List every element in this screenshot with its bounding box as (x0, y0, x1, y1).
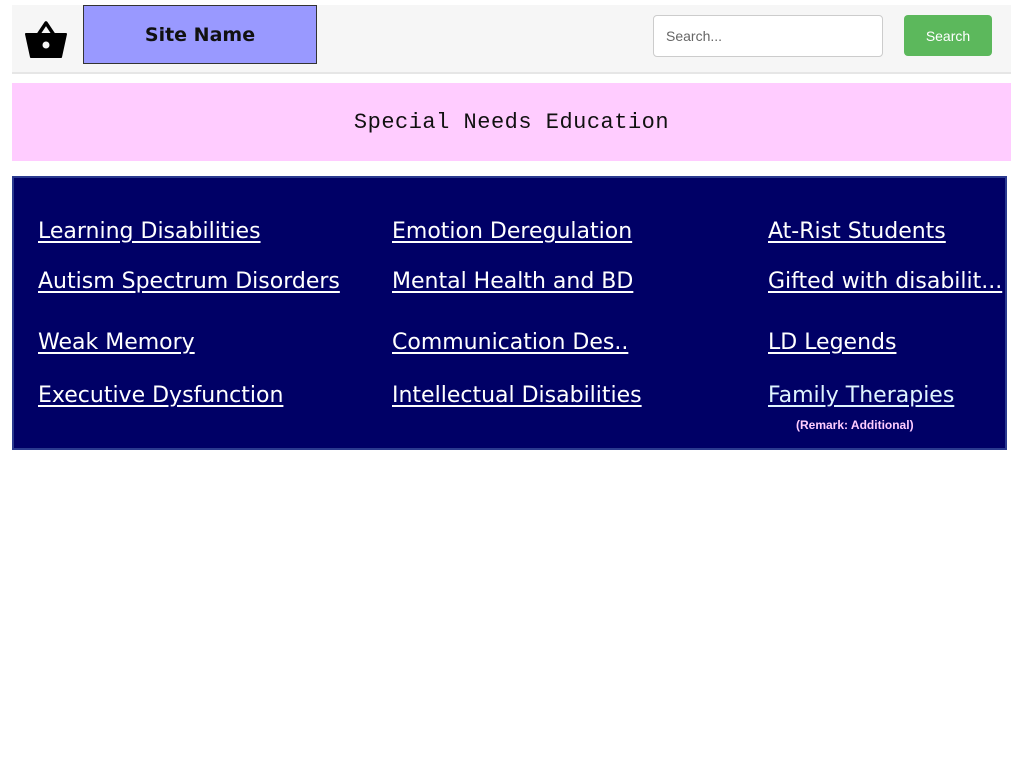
link-gifted-with-disabilities[interactable]: Gifted with disabilit... (768, 269, 1002, 294)
topic-links-panel: Learning Disabilities Emotion Deregulati… (12, 176, 1007, 450)
link-autism-spectrum-disorders[interactable]: Autism Spectrum Disorders (38, 269, 340, 294)
site-header: Site Name Search (12, 5, 1011, 74)
link-ld-legends[interactable]: LD Legends (768, 330, 896, 355)
link-mental-health-bd[interactable]: Mental Health and BD (392, 269, 633, 294)
link-weak-memory[interactable]: Weak Memory (38, 330, 195, 355)
link-at-risk-students[interactable]: At-Rist Students (768, 219, 946, 244)
shopping-basket-icon[interactable] (24, 19, 68, 59)
page-title-banner: Special Needs Education (12, 83, 1011, 161)
site-name-logo[interactable]: Site Name (83, 5, 317, 64)
search-input[interactable] (653, 15, 883, 57)
link-learning-disabilities[interactable]: Learning Disabilities (38, 219, 261, 244)
link-family-therapies[interactable]: Family Therapies (768, 383, 954, 408)
link-intellectual-disabilities[interactable]: Intellectual Disabilities (392, 383, 642, 408)
link-communication-disorders[interactable]: Communication Des.. (392, 330, 628, 355)
search-button[interactable]: Search (904, 15, 992, 56)
link-executive-dysfunction[interactable]: Executive Dysfunction (38, 383, 283, 408)
family-therapies-remark: (Remark: Additional) (796, 418, 914, 432)
link-emotion-deregulation[interactable]: Emotion Deregulation (392, 219, 632, 244)
